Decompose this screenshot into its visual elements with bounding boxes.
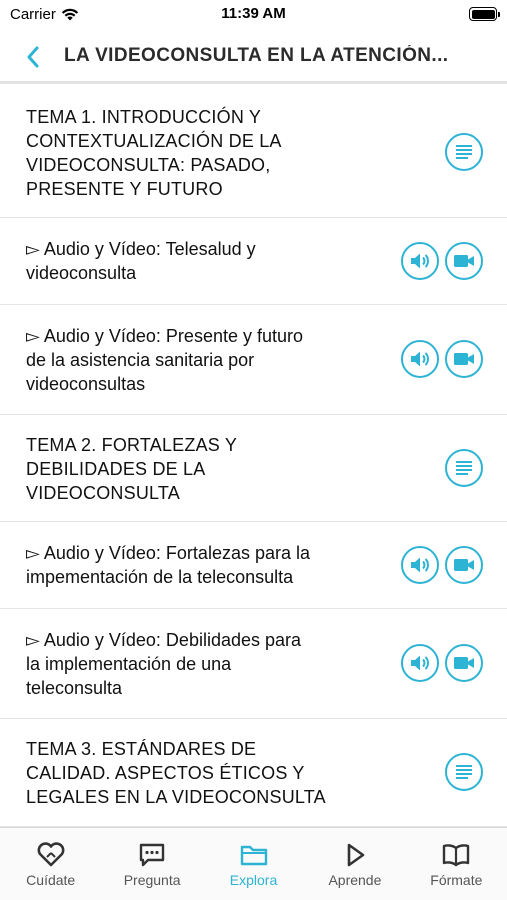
text-line: VIDEOCONSULTA xyxy=(26,483,180,503)
document-button[interactable] xyxy=(445,133,483,171)
text-line: TEMA 2. FORTALEZAS Y xyxy=(26,435,238,455)
content-list[interactable]: TEMA 1. INTRODUCCIÓN Y CONTEXTUALIZACIÓN… xyxy=(0,87,507,827)
chat-bubble-icon xyxy=(139,843,165,867)
speaker-icon xyxy=(411,655,429,671)
tab-cuidate[interactable]: Cuídate xyxy=(0,828,101,900)
row-actions xyxy=(401,242,483,280)
open-book-icon xyxy=(443,844,470,867)
video-button[interactable] xyxy=(445,546,483,584)
folder-icon xyxy=(240,845,267,866)
tab-aprende[interactable]: Aprende xyxy=(304,828,405,900)
media-title: ▻ Audio y Vídeo: Fortalezas para la impe… xyxy=(26,541,366,589)
text-line: PRESENTE Y FUTURO xyxy=(26,179,223,199)
tab-pregunta[interactable]: Pregunta xyxy=(101,828,202,900)
tab-label: Aprende xyxy=(328,872,382,888)
video-camera-icon xyxy=(454,559,474,571)
text-line: DEBILIDADES DE LA xyxy=(26,459,206,479)
document-lines-icon xyxy=(456,145,472,159)
video-button[interactable] xyxy=(445,644,483,682)
status-bar: Carrier 11:39 AM xyxy=(0,0,507,30)
video-camera-icon xyxy=(454,255,474,267)
row-actions xyxy=(401,546,483,584)
tab-label: Cuídate xyxy=(26,872,76,888)
document-button[interactable] xyxy=(445,449,483,487)
topic-row[interactable]: TEMA 3. ESTÁNDARES DE CALIDAD. ASPECTOS … xyxy=(0,719,507,827)
media-title: ▻ Audio y Vídeo: Debilidades para la imp… xyxy=(26,628,366,700)
text-line: de la asistencia sanitaria por xyxy=(26,350,255,370)
tab-explora[interactable]: Explora xyxy=(203,828,304,900)
row-actions xyxy=(445,449,483,487)
topic-row[interactable]: TEMA 1. INTRODUCCIÓN Y CONTEXTUALIZACIÓN… xyxy=(0,87,507,218)
document-lines-icon xyxy=(456,765,472,779)
video-camera-icon xyxy=(454,657,474,669)
audio-button[interactable] xyxy=(401,644,439,682)
audio-button[interactable] xyxy=(401,340,439,378)
text-line: CALIDAD. ASPECTOS ÉTICOS Y xyxy=(26,763,305,783)
text-line: la implementación de una xyxy=(26,654,232,674)
speaker-icon xyxy=(411,351,429,367)
status-time: 11:39 AM xyxy=(221,5,286,22)
media-title: ▻ Audio y Vídeo: Presente y futuro de la… xyxy=(26,324,366,396)
text-line: videoconsultas xyxy=(26,374,146,394)
text-line: LEGALES EN LA VIDEOCONSULTA xyxy=(26,787,326,807)
text-line: TEMA 3. ESTÁNDARES DE xyxy=(26,739,257,759)
row-actions xyxy=(401,340,483,378)
media-row[interactable]: ▻ Audio y Vídeo: Debilidades para la imp… xyxy=(0,609,507,719)
text-line: impementación de la teleconsulta xyxy=(26,567,294,587)
media-row[interactable]: ▻ Audio y Vídeo: Telesalud y videoconsul… xyxy=(0,218,507,305)
text-line: ▻ Audio y Vídeo: Fortalezas para la xyxy=(26,543,311,563)
tab-formate[interactable]: Fórmate xyxy=(406,828,507,900)
video-button[interactable] xyxy=(445,340,483,378)
text-line: ▻ Audio y Vídeo: Telesalud y xyxy=(26,239,256,259)
topic-title: TEMA 2. FORTALEZAS Y DEBILIDADES DE LA V… xyxy=(26,433,366,505)
text-line: VIDEOCONSULTA: PASADO, xyxy=(26,155,271,175)
text-line: teleconsulta xyxy=(26,678,123,698)
back-button[interactable] xyxy=(18,42,48,72)
chevron-left-icon xyxy=(27,46,39,68)
speaker-icon xyxy=(411,557,429,573)
play-outline-icon xyxy=(347,843,365,867)
tab-label: Pregunta xyxy=(123,872,181,888)
audio-button[interactable] xyxy=(401,546,439,584)
document-button[interactable] xyxy=(445,753,483,791)
document-lines-icon xyxy=(456,461,472,475)
row-actions xyxy=(445,133,483,171)
page-title: LA VIDEOCONSULTA EN LA ATENCIÓN... xyxy=(64,45,449,66)
topic-row[interactable]: TEMA 2. FORTALEZAS Y DEBILIDADES DE LA V… xyxy=(0,415,507,522)
media-title: ▻ Audio y Vídeo: Telesalud y videoconsul… xyxy=(26,237,366,285)
video-camera-icon xyxy=(454,353,474,365)
speaker-icon xyxy=(411,253,429,269)
video-button[interactable] xyxy=(445,242,483,280)
text-line: CONTEXTUALIZACIÓN DE LA xyxy=(26,131,282,151)
text-line: TEMA 1. INTRODUCCIÓN Y xyxy=(26,107,262,127)
heart-outline-icon xyxy=(37,842,65,867)
topic-title: TEMA 1. INTRODUCCIÓN Y CONTEXTUALIZACIÓN… xyxy=(26,105,366,201)
text-line: videoconsulta xyxy=(26,263,137,283)
tab-label: Fórmate xyxy=(430,872,483,888)
topic-title: TEMA 3. ESTÁNDARES DE CALIDAD. ASPECTOS … xyxy=(26,737,386,809)
row-actions xyxy=(401,644,483,682)
tab-label: Explora xyxy=(229,872,278,888)
media-row[interactable]: ▻ Audio y Vídeo: Fortalezas para la impe… xyxy=(0,522,507,609)
row-actions xyxy=(445,753,483,791)
media-row[interactable]: ▻ Audio y Vídeo: Presente y futuro de la… xyxy=(0,305,507,415)
tab-bar: Cuídate Pregunta Explora Aprende Fórmate xyxy=(0,827,507,900)
navigation-bar: LA VIDEOCONSULTA EN LA ATENCIÓN... xyxy=(0,30,507,84)
text-line: ▻ Audio y Vídeo: Debilidades para xyxy=(26,630,302,650)
text-line: ▻ Audio y Vídeo: Presente y futuro xyxy=(26,326,304,346)
audio-button[interactable] xyxy=(401,242,439,280)
battery-icon xyxy=(469,7,500,21)
